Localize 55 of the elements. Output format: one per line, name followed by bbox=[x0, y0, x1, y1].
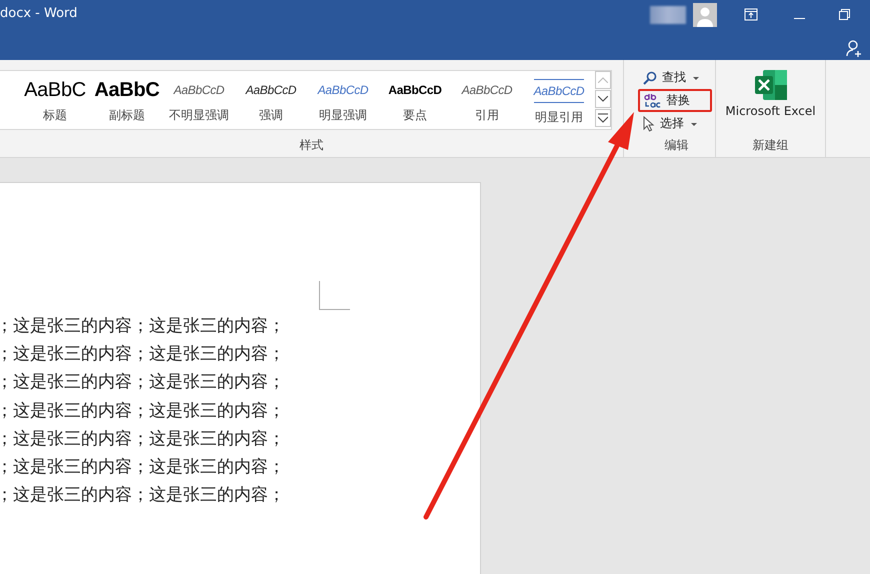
style-option[interactable]: AaBbCcD 不明显强调 bbox=[163, 71, 235, 126]
excel-logo-icon bbox=[754, 70, 786, 100]
style-label: 引用 bbox=[475, 107, 499, 124]
text-line: ；这是张三的内容；这是张三的内容； bbox=[0, 456, 286, 479]
style-preview: AaBbC bbox=[94, 79, 160, 101]
style-preview: AaBbCcD bbox=[462, 82, 512, 99]
style-preview: AaBbC bbox=[24, 79, 86, 101]
more-styles-button[interactable] bbox=[595, 109, 611, 127]
window-title: docx - Word bbox=[0, 6, 78, 21]
restore-icon[interactable] bbox=[839, 9, 850, 20]
style-option[interactable]: AaBbC 标题 bbox=[19, 71, 91, 126]
chevron-up-icon bbox=[598, 77, 608, 83]
style-label: 标题 bbox=[43, 107, 67, 124]
find-icon bbox=[643, 70, 657, 84]
share-person-icon[interactable] bbox=[846, 40, 862, 57]
style-label: 要点 bbox=[403, 107, 427, 124]
style-preview: AaBbCcD bbox=[318, 82, 368, 99]
style-preview: AaBbCcD bbox=[534, 79, 584, 103]
caret-icon bbox=[691, 122, 697, 126]
style-preview: AaBbCcD bbox=[246, 82, 296, 99]
select-icon bbox=[643, 116, 655, 132]
style-option[interactable]: AaBbCcD 要点 bbox=[379, 71, 451, 126]
group-label: 编辑 bbox=[664, 137, 690, 154]
ribbon-display-icon[interactable] bbox=[744, 8, 758, 21]
style-option[interactable]: AaBbC 副标题 bbox=[91, 71, 163, 126]
scroll-down-button[interactable] bbox=[595, 90, 611, 108]
caret-icon bbox=[693, 76, 699, 80]
style-preview: AaBbCcD bbox=[174, 82, 224, 99]
excel-button[interactable]: Microsoft Excel bbox=[725, 70, 816, 118]
style-label: 副标题 bbox=[109, 107, 145, 124]
margin-corner-mark bbox=[319, 281, 350, 310]
editing-button[interactable]: 查找 bbox=[638, 66, 704, 89]
style-option[interactable]: AaBbCcD 明显引用 bbox=[523, 71, 595, 126]
style-label: 明显强调 bbox=[319, 107, 367, 124]
text-line: ；这是张三的内容；这是张三的内容； bbox=[0, 371, 286, 394]
expand-gallery-icon bbox=[598, 113, 608, 123]
text-line: ；这是张三的内容；这是张三的内容； bbox=[0, 484, 286, 508]
replace-icon bbox=[643, 92, 661, 108]
editing-button[interactable]: 选择 bbox=[638, 112, 702, 135]
group-label: 新建组 bbox=[752, 137, 788, 154]
style-label: 明显引用 bbox=[535, 109, 583, 126]
style-preview: AaBbCcD bbox=[388, 82, 442, 99]
style-option[interactable]: AaBbCcD 强调 bbox=[235, 71, 307, 126]
text-line: ；这是张三的内容；这是张三的内容； bbox=[0, 400, 286, 423]
blurred-username bbox=[650, 6, 686, 24]
chevron-down-icon bbox=[598, 96, 608, 102]
text-line: ；这是张三的内容；这是张三的内容； bbox=[0, 343, 286, 366]
style-option[interactable]: AaBbCcD 明显强调 bbox=[307, 71, 379, 126]
style-option[interactable]: AaBbCcD 引用 bbox=[451, 71, 523, 126]
editing-button[interactable]: 替换 bbox=[638, 89, 712, 112]
style-label: 强调 bbox=[259, 107, 283, 124]
style-label: 不明显强调 bbox=[169, 107, 229, 124]
group-label: 样式 bbox=[298, 137, 324, 154]
text-line: ；这是张三的内容；这是张三的内容； bbox=[0, 315, 286, 338]
text-line: ；这是张三的内容；这是张三的内容； bbox=[0, 428, 286, 451]
